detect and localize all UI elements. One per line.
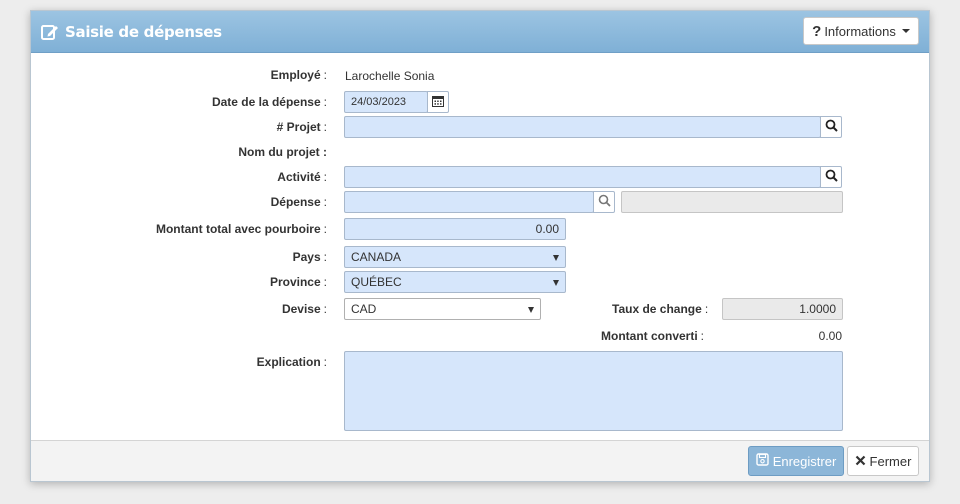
total-amount-label: Montant total avec pourboire: <box>155 222 327 236</box>
project-input[interactable] <box>344 116 821 138</box>
edit-icon <box>41 23 59 41</box>
currency-value: CAD <box>351 302 377 316</box>
employee-value: Larochelle Sonia <box>345 69 435 83</box>
expense-input[interactable] <box>344 191 594 213</box>
project-search-button[interactable] <box>820 116 842 138</box>
search-icon <box>598 194 611 210</box>
province-value: QUÉBEC <box>351 275 402 289</box>
caret-down-icon <box>901 29 910 33</box>
currency-label: Devise: <box>281 302 327 316</box>
converted-amount-label: Montant converti: <box>601 329 705 343</box>
expense-search-button[interactable] <box>593 191 615 213</box>
dialog-footer: Enregistrer Fermer <box>31 440 929 481</box>
dropdown-arrow-icon <box>553 255 559 261</box>
save-button[interactable]: Enregistrer <box>748 446 844 476</box>
activity-label: Activité: <box>277 170 327 184</box>
date-label: Date de la dépense: <box>211 95 327 109</box>
save-label: Enregistrer <box>772 453 837 469</box>
province-label: Province: <box>269 275 327 289</box>
project-label: # Projet: <box>276 120 327 134</box>
close-button[interactable]: Fermer <box>847 446 919 476</box>
currency-select[interactable]: CAD <box>344 298 541 320</box>
dialog-title: Saisie de dépenses <box>65 23 222 41</box>
calendar-icon <box>432 95 444 110</box>
employee-label: Employé: <box>270 68 327 82</box>
converted-amount-value: 0.00 <box>818 329 842 343</box>
country-value: CANADA <box>351 250 402 264</box>
explanation-textarea[interactable] <box>344 351 843 431</box>
calendar-button[interactable] <box>427 91 449 113</box>
informations-dropdown-button[interactable]: ? Informations <box>803 17 919 45</box>
dropdown-arrow-icon <box>553 280 559 286</box>
search-icon <box>825 169 838 185</box>
exchange-rate-field: 1.0000 <box>722 298 843 320</box>
project-name-label: Nom du projet : <box>238 145 327 159</box>
country-select[interactable]: CANADA <box>344 246 566 268</box>
activity-search-button[interactable] <box>820 166 842 188</box>
close-label: Fermer <box>869 453 912 469</box>
expense-dialog: Saisie de dépenses ? Informations Employ… <box>30 10 930 482</box>
date-input[interactable]: 24/03/2023 <box>344 91 428 113</box>
search-icon <box>825 119 838 135</box>
exchange-rate-label: Taux de change: <box>612 302 709 316</box>
dialog-titlebar: Saisie de dépenses ? Informations <box>31 11 929 53</box>
activity-input[interactable] <box>344 166 821 188</box>
save-icon <box>756 453 773 469</box>
dropdown-arrow-icon <box>528 307 534 313</box>
explanation-label: Explication: <box>256 355 327 369</box>
close-icon <box>855 454 870 469</box>
expense-description-field <box>621 191 843 213</box>
question-icon: ? <box>812 22 822 40</box>
expense-label: Dépense: <box>270 195 327 209</box>
country-label: Pays: <box>292 250 327 264</box>
total-amount-input[interactable]: 0.00 <box>344 218 566 240</box>
informations-label: Informations <box>824 23 896 39</box>
province-select[interactable]: QUÉBEC <box>344 271 566 293</box>
